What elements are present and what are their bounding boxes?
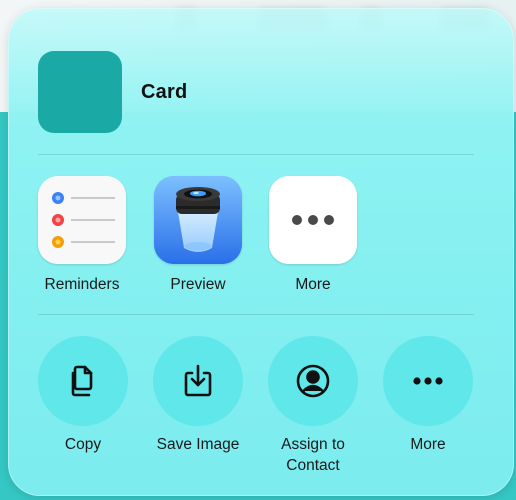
more-actions-label: More xyxy=(410,436,446,453)
divider xyxy=(38,154,474,155)
app-more[interactable]: More xyxy=(263,176,363,294)
share-sheet: Card Reminders Preview More Copy Save Im… xyxy=(8,8,514,496)
assign-to-contact-label: Assign to Contact xyxy=(281,436,345,474)
more-icon xyxy=(269,176,357,264)
more-icon xyxy=(383,336,473,426)
app-label: Preview xyxy=(170,276,226,293)
assign-to-contact-button[interactable]: Assign to Contact xyxy=(258,336,368,476)
copy-icon xyxy=(38,336,128,426)
app-preview[interactable]: Preview xyxy=(148,176,248,294)
copy-label: Copy xyxy=(64,436,102,453)
app-label: More xyxy=(295,276,331,293)
contact-icon xyxy=(268,336,358,426)
app-label: Reminders xyxy=(44,276,120,293)
copy-button[interactable]: Copy xyxy=(28,336,138,455)
divider xyxy=(38,314,474,315)
reminders-icon xyxy=(38,176,126,264)
share-title: Card xyxy=(141,81,188,103)
save-image-icon xyxy=(153,336,243,426)
more-actions-button[interactable]: More xyxy=(373,336,483,455)
preview-icon xyxy=(154,176,242,264)
app-reminders[interactable]: Reminders xyxy=(32,176,132,294)
save-image-label: Save Image xyxy=(156,436,240,453)
card-thumbnail xyxy=(38,51,122,133)
save-image-button[interactable]: Save Image xyxy=(143,336,253,455)
